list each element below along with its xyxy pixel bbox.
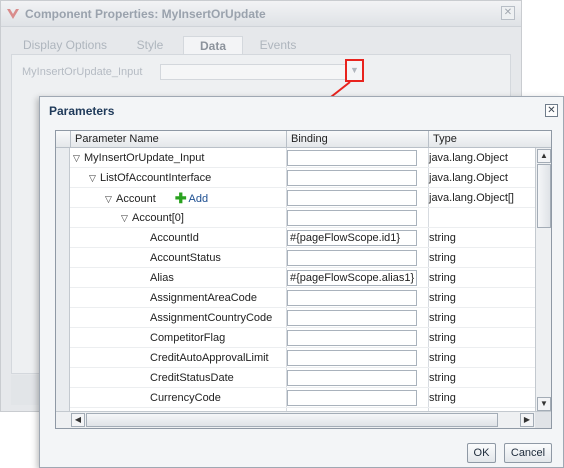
table-row[interactable]: AccountId #{pageFlowScope.id1} string [70, 228, 537, 248]
parameter-name-cell: AssignmentCountryCode [150, 312, 273, 324]
type-cell: string [429, 232, 456, 244]
parameter-name-cell: CompetitorFlag [150, 332, 226, 344]
table-row[interactable]: ▽ MyInsertOrUpdate_Input java.lang.Object [70, 148, 537, 168]
row-header-column [56, 148, 70, 412]
close-icon[interactable]: ✕ [501, 6, 515, 20]
table-row[interactable]: AssignmentCountryCode string [70, 308, 537, 328]
table-row[interactable]: CreditStatusDate string [70, 368, 537, 388]
type-cell: string [429, 312, 456, 324]
binding-input[interactable] [287, 390, 417, 406]
parameter-name-cell: ▽ Account[0] [70, 208, 184, 228]
parameter-name-cell: ▽ MyInsertOrUpdate_Input [70, 148, 204, 168]
binding-input[interactable] [287, 150, 417, 166]
table-row[interactable]: AccountStatus string [70, 248, 537, 268]
table-row[interactable]: Alias #{pageFlowScope.alias1} string [70, 268, 537, 288]
parameter-name-cell: AccountId [150, 232, 199, 244]
table-row[interactable]: ▽ Account[0] [70, 208, 537, 228]
table-row[interactable]: AssignmentAreaCode string [70, 288, 537, 308]
scroll-right-icon[interactable]: ▶ [520, 413, 534, 427]
parameter-name-cell: CurrencyCode [150, 392, 221, 404]
type-cell: string [429, 292, 456, 304]
scroll-left-icon[interactable]: ◀ [71, 413, 85, 427]
chevron-down-icon: ▼ [350, 65, 359, 75]
binding-input[interactable] [287, 350, 417, 366]
scroll-up-icon[interactable]: ▲ [537, 149, 551, 163]
ok-button[interactable]: OK [467, 443, 496, 463]
parameter-name-cell: CreditStatusDate [150, 372, 234, 384]
row-header-corner [56, 131, 70, 148]
binding-input[interactable] [287, 370, 417, 386]
vertical-scrollbar[interactable]: ▲ ▼ [535, 148, 551, 412]
binding-input[interactable] [287, 190, 417, 206]
horizontal-scroll-thumb[interactable] [86, 413, 498, 427]
parameter-name-cell: Alias [150, 272, 174, 284]
type-cell: java.lang.Object [429, 152, 508, 164]
type-cell: string [429, 392, 456, 404]
parameters-dialog-title: Parameters [49, 104, 115, 118]
component-properties-titlebar: Component Properties: MyInsertOrUpdate ✕ [1, 1, 521, 27]
tab-display-options[interactable]: Display Options [11, 36, 119, 54]
component-properties-title: Component Properties: MyInsertOrUpdate [25, 7, 266, 21]
binding-input[interactable] [287, 310, 417, 326]
binding-input[interactable] [287, 170, 417, 186]
table-row[interactable]: CreditAutoApprovalLimit string [70, 348, 537, 368]
binding-input[interactable]: #{pageFlowScope.alias1} [287, 270, 417, 286]
tab-style[interactable]: Style [119, 36, 181, 54]
column-header-parameter-name[interactable]: Parameter Name [70, 131, 286, 148]
binding-input[interactable] [287, 210, 417, 226]
type-cell: java.lang.Object[] [429, 192, 514, 204]
expand-arrow-icon[interactable]: ▽ [121, 208, 132, 228]
add-plus-icon: ✚ [174, 190, 187, 206]
type-cell: java.lang.Object [429, 172, 508, 184]
type-cell: string [429, 252, 456, 264]
input-binding-field[interactable] [160, 64, 360, 80]
column-header-binding[interactable]: Binding [286, 131, 428, 148]
type-cell: string [429, 272, 456, 284]
type-cell: string [429, 352, 456, 364]
binding-input[interactable] [287, 290, 417, 306]
parameter-name-cell: ▽ Account ✚ Add [70, 188, 208, 208]
add-item-button[interactable]: ✚ Add [175, 188, 208, 209]
parameter-name-cell: AccountStatus [150, 252, 221, 264]
table-row[interactable]: CompetitorFlag string [70, 328, 537, 348]
expand-arrow-icon[interactable]: ▽ [89, 168, 100, 188]
edit-parameters-button[interactable]: ▼ [345, 59, 364, 82]
type-cell: string [429, 332, 456, 344]
binding-input[interactable] [287, 250, 417, 266]
cancel-button[interactable]: Cancel [504, 443, 552, 463]
horizontal-scrollbar[interactable]: ◀ ▶ [56, 411, 551, 428]
scrollbar-corner [535, 412, 551, 428]
tab-events[interactable]: Events [247, 36, 309, 54]
expand-arrow-icon[interactable]: ▽ [73, 148, 84, 168]
vertical-scroll-thumb[interactable] [537, 164, 551, 228]
close-icon[interactable]: ✕ [545, 104, 558, 117]
tab-data[interactable]: Data [183, 36, 243, 54]
component-logo-icon [7, 9, 19, 19]
scroll-down-icon[interactable]: ▼ [537, 397, 551, 411]
parameters-table: Parameter Name Binding Type ▽ MyInsertOrU… [55, 130, 552, 429]
binding-input[interactable] [287, 330, 417, 346]
parameters-dialog: Parameters ✕ Parameter Name Binding Type… [39, 96, 564, 468]
parameter-name-cell: ▽ ListOfAccountInterface [70, 168, 211, 188]
parameter-name-cell: CreditAutoApprovalLimit [150, 352, 269, 364]
column-header-type[interactable]: Type [428, 131, 551, 148]
type-cell: string [429, 372, 456, 384]
input-field-label: MyInsertOrUpdate_Input [22, 66, 143, 78]
expand-arrow-icon[interactable]: ▽ [105, 189, 116, 209]
table-header: Parameter Name Binding Type [56, 131, 551, 148]
binding-input[interactable]: #{pageFlowScope.id1} [287, 230, 417, 246]
table-row[interactable]: ▽ Account ✚ Add java.lang.Object[] [70, 188, 537, 208]
table-row[interactable]: CurrencyCode string [70, 388, 537, 408]
parameter-name-cell: AssignmentAreaCode [150, 292, 258, 304]
table-row[interactable]: ▽ ListOfAccountInterface java.lang.Object [70, 168, 537, 188]
